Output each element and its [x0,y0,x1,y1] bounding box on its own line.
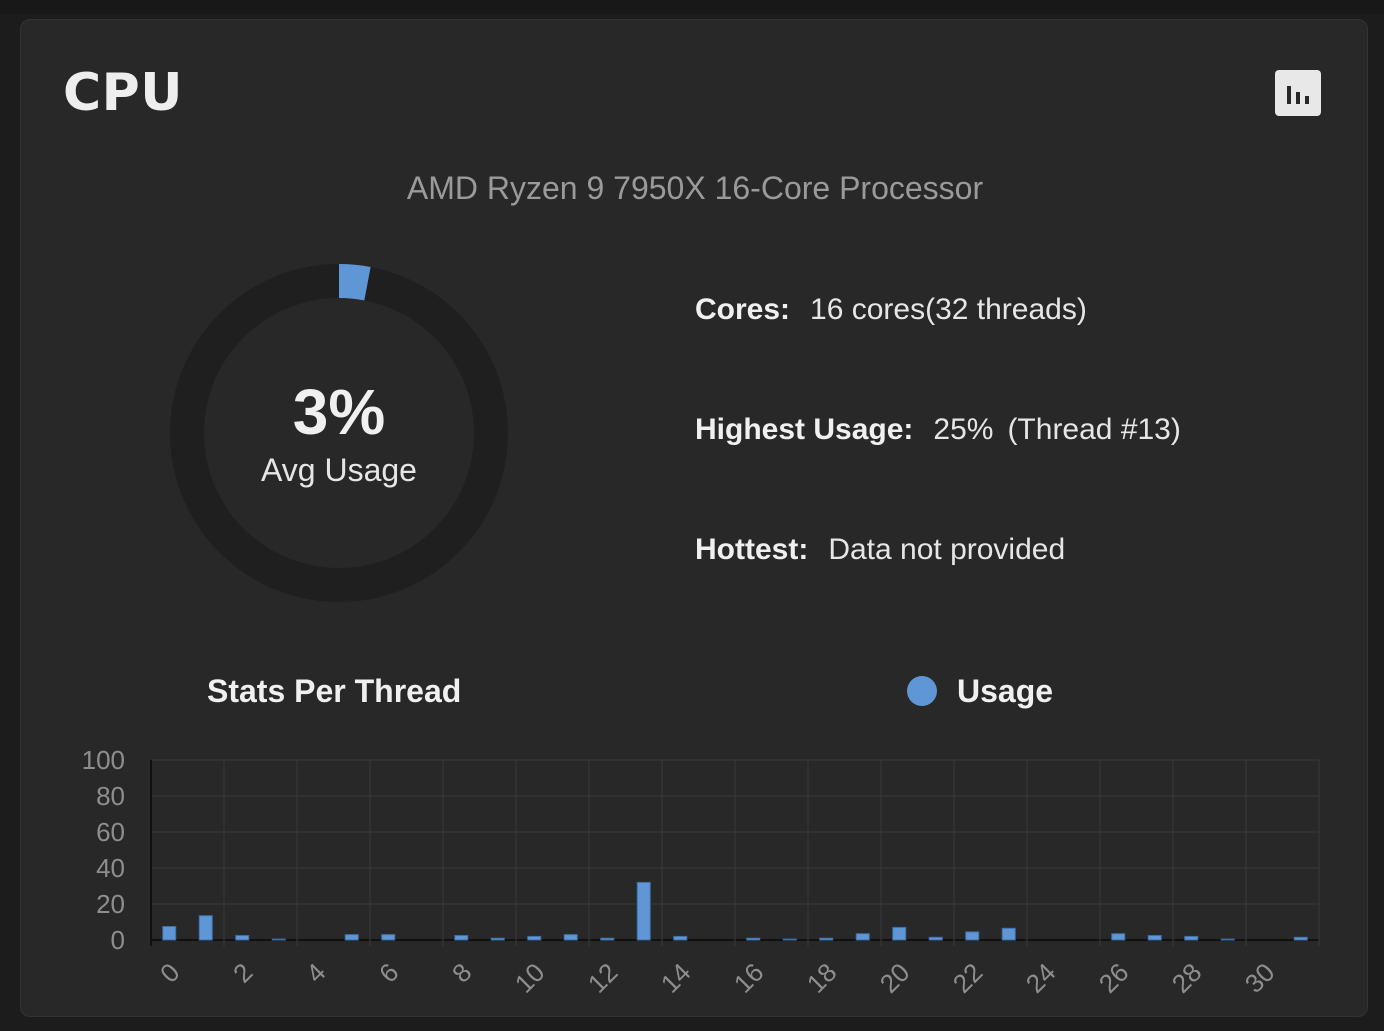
highest-usage-row: Highest Usage: 25% (Thread #13) [695,410,1181,450]
gauge-fill-arc [338,264,371,301]
legend-label-usage: Usage [957,672,1054,709]
cores-value: 16 cores(32 threads) [810,293,1087,326]
processor-model: AMD Ryzen 9 7950X 16-Core Processor [406,170,984,206]
bar-thread-1 [198,915,213,941]
x-tick-label: 20 [874,957,916,999]
chart-legend[interactable]: Usage [907,671,1053,711]
bar-thread-22 [965,931,980,941]
y-tick-label: 20 [96,889,125,919]
y-tick-label: 40 [96,853,125,883]
x-tick-label: 14 [655,957,697,999]
bar-thread-21 [928,936,943,941]
y-tick-label: 60 [96,817,125,847]
bar-thread-11 [563,934,578,941]
x-tick-label: 6 [373,957,404,988]
x-tick-label: 2 [227,957,258,988]
x-tick-label: 28 [1166,957,1208,999]
bar-thread-0 [162,926,177,941]
x-tick-label: 16 [728,957,770,999]
bar-thread-6 [381,934,396,941]
bar-thread-13 [636,881,651,941]
bar-thread-17 [782,938,797,941]
cores-label: Cores: [695,293,791,326]
x-tick-label: 22 [947,957,989,999]
y-tick-label: 100 [82,745,125,775]
hottest-value: Data not provided [828,533,1066,566]
x-tick-label: 8 [446,957,477,988]
bar-chart-icon[interactable] [1275,70,1321,116]
bar-thread-3 [271,938,286,941]
bar-thread-12 [600,937,615,941]
bar-thread-31 [1293,936,1308,941]
bar-thread-10 [527,935,542,941]
bar-thread-18 [819,937,834,941]
avg-usage-label: Avg Usage [261,452,417,488]
legend-dot-usage [907,676,937,706]
x-tick-label: 4 [300,957,331,988]
y-tick-label: 80 [96,781,125,811]
bar-thread-2 [235,935,250,941]
highest-usage-thread: (Thread #13) [1007,413,1181,446]
bar-thread-19 [855,933,870,941]
bar-thread-16 [746,937,761,941]
thread-usage-chart: 0204060801000 2 4 6 8 10 12 14 16 18 20 22 24 26 28 30 [82,745,1320,999]
x-tick-label: 30 [1239,957,1281,999]
avg-usage-value: 3% [292,376,386,448]
x-tick-label: 24 [1020,957,1062,999]
x-tick-label: 26 [1093,957,1135,999]
x-tick-label: 18 [801,957,843,999]
bar-thread-20 [892,926,907,941]
window-top-strip [0,0,1384,14]
bar-thread-28 [1184,935,1199,941]
hottest-row: Hottest: Data not provided [695,530,1065,570]
x-tick-label: 10 [509,957,551,999]
cores-row: Cores: 16 cores(32 threads) [695,290,1087,330]
bar-thread-5 [344,934,359,941]
highest-usage-label: Highest Usage: [695,413,914,446]
cpu-card: CPU AMD Ryzen 9 7950X 16-Core Processor … [20,19,1368,1017]
hottest-label: Hottest: [695,533,809,566]
bar-thread-8 [454,935,469,941]
bar-thread-29 [1220,938,1235,941]
card-title: CPU [63,63,183,123]
bar-thread-14 [673,935,688,941]
highest-usage-value: 25% [933,413,994,446]
y-tick-label: 0 [111,925,125,955]
bar-thread-26 [1111,933,1126,941]
bar-thread-23 [1001,927,1016,941]
stats-per-thread-title: Stats Per Thread [207,673,462,709]
x-tick-label: 0 [154,957,185,988]
bar-thread-27 [1147,935,1162,941]
x-tick-label: 12 [582,957,624,999]
bar-thread-9 [490,937,505,941]
